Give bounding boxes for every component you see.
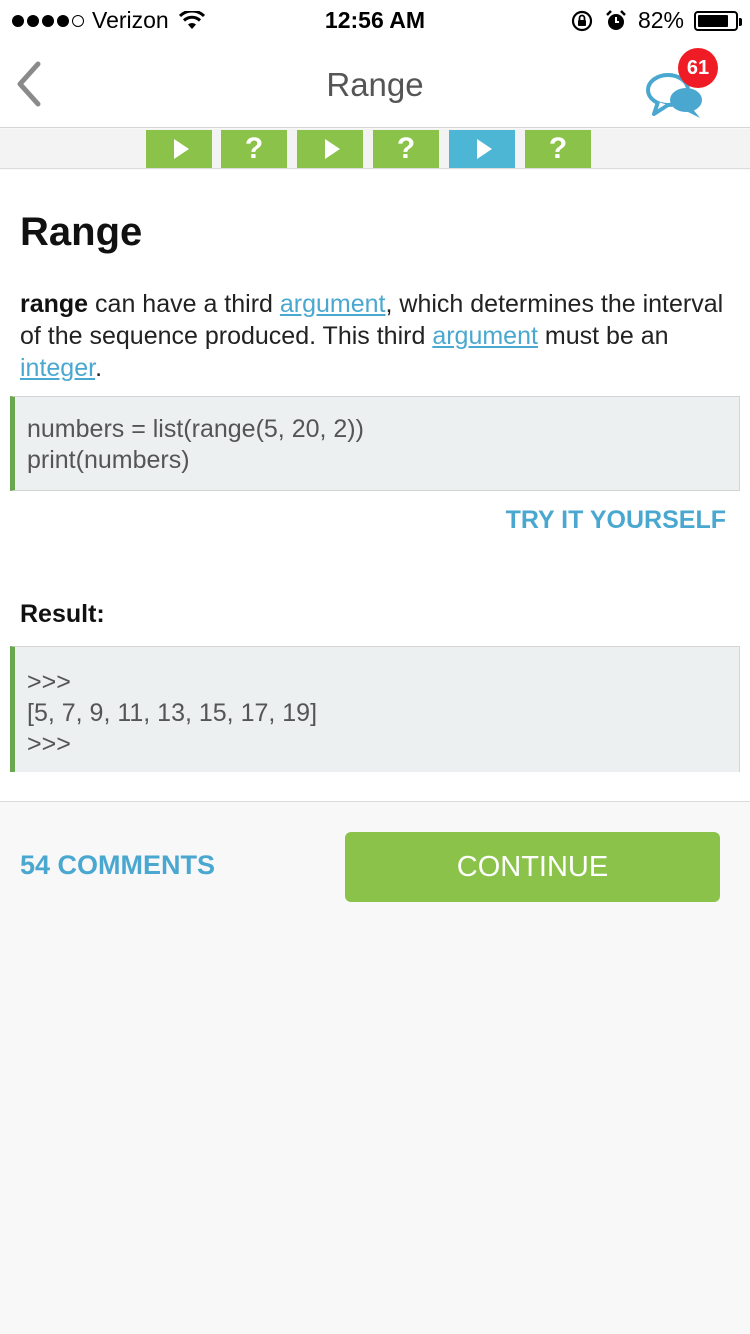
- lesson-progress-strip: ? ? ?: [0, 129, 750, 169]
- lesson-title: Range: [20, 210, 143, 254]
- code-line: numbers = list(range(5, 20, 2)): [27, 415, 364, 443]
- link-argument[interactable]: argument: [432, 322, 538, 350]
- result-output: >>> [5, 7, 9, 11, 13, 15, 17, 19] >>>: [10, 646, 740, 772]
- output-line: >>>: [27, 730, 71, 758]
- progress-step-lesson[interactable]: [146, 130, 212, 168]
- progress-step-lesson-current[interactable]: [449, 130, 515, 168]
- status-bar: Verizon 12:56 AM 82%: [0, 0, 750, 40]
- comments-button[interactable]: 54 COMMENTS: [20, 850, 215, 881]
- progress-step-lesson[interactable]: [297, 130, 363, 168]
- progress-step-quiz[interactable]: ?: [525, 130, 591, 168]
- lesson-paragraph: range can have a third argument, which d…: [20, 288, 730, 384]
- play-icon: [324, 139, 340, 159]
- paragraph-text: .: [95, 354, 103, 382]
- battery-percent: 82%: [637, 7, 684, 33]
- result-label: Result:: [20, 600, 105, 628]
- battery-icon: [694, 10, 742, 31]
- code-example: numbers = list(range(5, 20, 2)) print(nu…: [10, 396, 740, 491]
- paragraph-text: must be an: [537, 322, 669, 350]
- code-line: print(numbers): [27, 446, 190, 474]
- rotation-lock-icon: [571, 10, 593, 31]
- lesson-card: Range range can have a third argument, w…: [0, 170, 750, 802]
- output-line: [5, 7, 9, 11, 13, 15, 17, 19]: [27, 699, 318, 727]
- progress-step-quiz[interactable]: ?: [373, 130, 439, 168]
- keyword-range: range: [20, 290, 89, 318]
- link-integer[interactable]: integer: [20, 354, 95, 382]
- play-icon: [173, 139, 189, 159]
- nav-bar: Range 61: [0, 40, 750, 128]
- try-it-yourself-button[interactable]: TRY IT YOURSELF: [506, 506, 726, 535]
- continue-button[interactable]: CONTINUE: [345, 832, 720, 902]
- status-right: 82%: [570, 7, 742, 34]
- link-argument[interactable]: argument: [280, 290, 386, 318]
- play-icon: [476, 139, 492, 159]
- page-title: Range: [326, 66, 424, 103]
- alarm-icon: [606, 9, 626, 30]
- comments-chat-button[interactable]: 61: [640, 48, 720, 124]
- paragraph-text: can have a third: [88, 290, 280, 318]
- output-line: >>>: [27, 668, 71, 696]
- notification-badge: 61: [678, 48, 718, 88]
- progress-step-quiz[interactable]: ?: [221, 130, 287, 168]
